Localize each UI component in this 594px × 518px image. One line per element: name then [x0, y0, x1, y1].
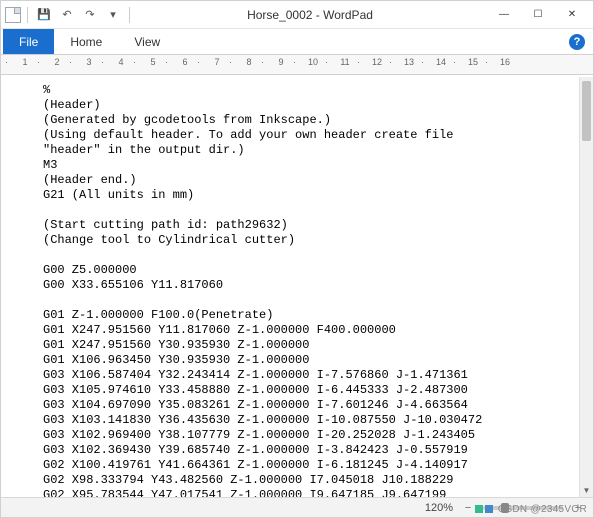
close-button[interactable]: ✕ [555, 3, 589, 27]
qat-dropdown[interactable]: ▾ [103, 5, 123, 25]
zoom-in-button[interactable]: + [571, 502, 585, 514]
zoom-out-button[interactable]: − [461, 502, 475, 514]
ruler-tick: 16 [489, 57, 521, 67]
document-area[interactable]: % (Header) (Generated by gcodetools from… [1, 77, 579, 497]
separator [27, 7, 28, 23]
document-text[interactable]: % (Header) (Generated by gcodetools from… [1, 77, 579, 497]
help-icon[interactable]: ? [569, 34, 585, 50]
zoom-label: 120% [425, 502, 453, 514]
status-bar: 120% − + [1, 497, 593, 517]
vertical-scrollbar[interactable]: ▼ [579, 77, 593, 497]
quick-access-toolbar: 💾 ↶ ↷ ▾ [5, 5, 133, 25]
tab-home[interactable]: Home [54, 29, 118, 54]
zoom-slider[interactable] [483, 506, 563, 510]
titlebar: 💾 ↶ ↷ ▾ Horse_0002 - WordPad — ☐ ✕ [1, 1, 593, 29]
ruler: 12345678910111213141516 [1, 55, 593, 75]
tab-file[interactable]: File [3, 29, 54, 54]
undo-button[interactable]: ↶ [57, 5, 77, 25]
app-icon [5, 7, 21, 23]
scroll-down-arrow[interactable]: ▼ [580, 483, 593, 497]
tab-strip: File Home View ? [1, 29, 593, 55]
spacer [176, 29, 569, 54]
tab-view[interactable]: View [118, 29, 176, 54]
separator [129, 7, 130, 23]
window-controls: — ☐ ✕ [487, 3, 589, 27]
maximize-button[interactable]: ☐ [521, 3, 555, 27]
save-button[interactable]: 💾 [34, 5, 54, 25]
minimize-button[interactable]: — [487, 3, 521, 27]
redo-button[interactable]: ↷ [80, 5, 100, 25]
scrollbar-thumb[interactable] [582, 81, 591, 141]
window-title: Horse_0002 - WordPad [133, 8, 487, 22]
